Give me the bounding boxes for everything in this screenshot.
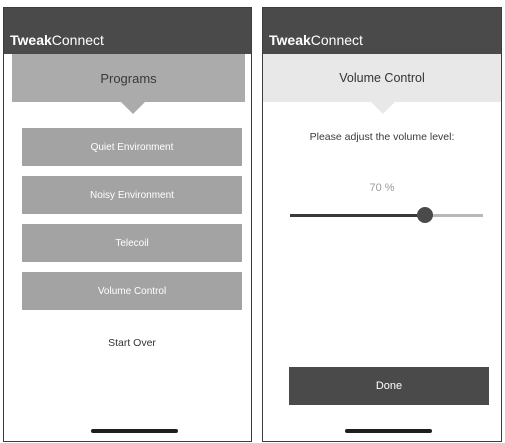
home-indicator[interactable] [91,429,178,433]
header-pointer [121,102,145,114]
program-label: Volume Control [97,285,167,297]
volume-control-title: Volume Control [339,71,425,85]
program-button-volume-control[interactable]: Volume Control [22,272,242,310]
app-bar: Tweak Connect [4,8,251,54]
brand-regular-text: Connect [51,32,104,48]
volume-slider-handle[interactable] [417,207,434,223]
program-label: Telecoil [115,237,149,249]
programs-title: Programs [100,70,157,86]
volume-percent-readout: 70 % [369,182,395,194]
programs-screen: Tweak Connect Programs Quiet Environment … [3,7,252,442]
app-logo: Tweak Connect [269,32,363,48]
app-logo: Tweak Connect [10,32,104,48]
header-pointer [371,102,395,114]
brand-bold-text: Tweak [269,32,311,48]
program-button-noisy-environment[interactable]: Noisy Environment [22,176,242,214]
brand-bold-text: Tweak [10,32,52,48]
done-button[interactable]: Done [289,367,489,405]
start-over-label: Start Over [108,337,156,349]
program-button-telecoil[interactable]: Telecoil [22,224,242,262]
programs-header: Programs [12,54,245,102]
home-indicator[interactable] [345,429,432,433]
done-label: Done [375,380,403,392]
volume-slider[interactable] [290,207,483,223]
volume-control-header: Volume Control [263,54,501,102]
program-button-quiet-environment[interactable]: Quiet Environment [22,128,242,166]
volume-prompt: Please adjust the volume level: [309,131,455,143]
program-label: Quiet Environment [90,141,174,153]
volume-slider-fill [290,214,426,217]
brand-regular-text: Connect [310,32,363,48]
volume-control-screen: Tweak Connect Volume Control Please adjus… [262,7,502,442]
app-bar: Tweak Connect [263,8,501,54]
start-over-button[interactable]: Start Over [22,328,242,358]
program-label: Noisy Environment [90,189,174,201]
